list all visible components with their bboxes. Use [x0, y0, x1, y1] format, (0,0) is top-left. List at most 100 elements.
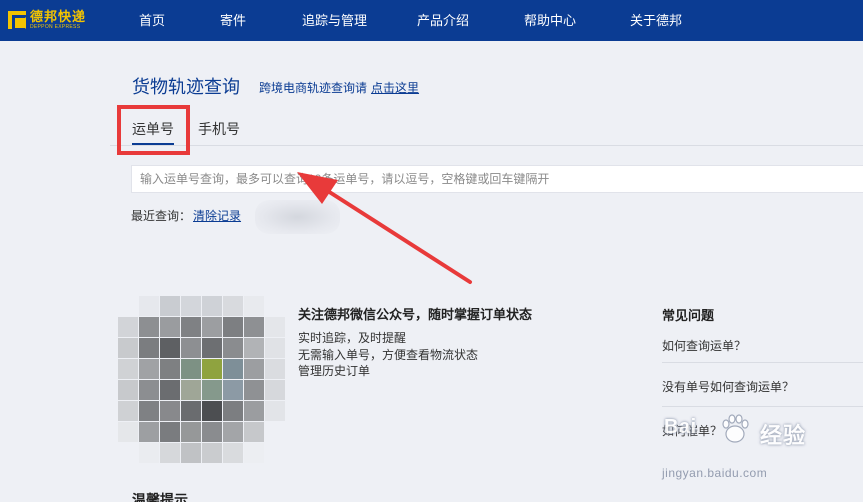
- annotation-highlight-box: [117, 105, 190, 155]
- qr-cell: [223, 296, 243, 316]
- qr-cell: [265, 380, 285, 400]
- watermark-url: jingyan.baidu.com: [662, 466, 768, 480]
- qr-cell: [223, 422, 243, 442]
- qr-cell: [244, 401, 264, 421]
- nav-item-about[interactable]: 关于德邦: [630, 0, 682, 41]
- qr-cell: [118, 443, 138, 463]
- wechat-benefit-1: 实时追踪，及时提醒: [298, 331, 407, 345]
- qr-cell: [202, 359, 222, 379]
- qr-cell: [265, 317, 285, 337]
- qr-cell: [160, 380, 180, 400]
- wechat-promo-title: 关注德邦微信公众号，随时掌握订单状态: [298, 307, 533, 322]
- qr-cell: [139, 338, 159, 358]
- qr-cell: [223, 338, 243, 358]
- blurred-recent-item: [255, 200, 340, 234]
- top-nav-bar: 德邦快递 DEPPON EXPRESS 首页 寄件 追踪与管理 产品介绍 帮助中…: [0, 0, 863, 41]
- waybill-search-input[interactable]: [131, 165, 863, 193]
- qr-cell: [265, 443, 285, 463]
- cross-border-prefix: 跨境电商轨迹查询请: [259, 81, 368, 95]
- nav-item-send[interactable]: 寄件: [220, 0, 246, 41]
- logo-cn-text: 德邦快递: [30, 9, 87, 24]
- tabs-divider: [110, 145, 863, 146]
- qr-cell: [139, 317, 159, 337]
- qr-cell: [139, 443, 159, 463]
- qr-cell: [202, 401, 222, 421]
- faq-divider: [662, 406, 863, 407]
- baidu-paw-icon: [722, 414, 749, 443]
- cross-border-link[interactable]: 点击这里: [371, 81, 419, 95]
- qr-cell: [118, 317, 138, 337]
- nav-item-home[interactable]: 首页: [139, 0, 165, 41]
- qr-cell: [265, 359, 285, 379]
- qr-cell: [244, 422, 264, 442]
- qr-cell: [223, 317, 243, 337]
- qr-cell: [181, 443, 201, 463]
- qr-cell: [202, 422, 222, 442]
- qr-cell: [118, 296, 138, 316]
- baidu-jingyan-watermark: Bai 经验 jingyan.baidu.com: [662, 412, 862, 500]
- qr-cell: [181, 338, 201, 358]
- nav-item-tracking[interactable]: 追踪与管理: [302, 0, 367, 41]
- page-title: 货物轨迹查询: [132, 77, 240, 97]
- watermark-brand-cn: 经验: [760, 423, 807, 448]
- qr-cell: [244, 338, 264, 358]
- qr-cell: [202, 443, 222, 463]
- qr-cell: [244, 359, 264, 379]
- qr-cell: [181, 422, 201, 442]
- qr-cell: [160, 296, 180, 316]
- qr-cell: [265, 296, 285, 316]
- qr-cell: [139, 401, 159, 421]
- nav-item-help[interactable]: 帮助中心: [524, 0, 576, 41]
- qr-cell: [160, 338, 180, 358]
- qr-cell: [223, 443, 243, 463]
- qr-cell: [181, 296, 201, 316]
- wechat-benefit-3: 管理历史订单: [298, 364, 371, 378]
- qr-cell: [181, 317, 201, 337]
- qr-cell: [181, 401, 201, 421]
- nav-item-products[interactable]: 产品介绍: [417, 0, 469, 41]
- qr-cell: [118, 359, 138, 379]
- qr-cell: [223, 401, 243, 421]
- qr-cell: [223, 380, 243, 400]
- qr-cell: [160, 359, 180, 379]
- cross-border-hint: 跨境电商轨迹查询请 点击这里: [259, 79, 419, 96]
- qr-cell: [265, 401, 285, 421]
- faq-divider: [662, 362, 863, 363]
- qr-cell: [139, 380, 159, 400]
- qr-cell: [118, 380, 138, 400]
- qr-cell: [202, 380, 222, 400]
- qr-cell: [181, 359, 201, 379]
- qr-cell: [202, 296, 222, 316]
- deppon-logo[interactable]: 德邦快递 DEPPON EXPRESS: [8, 9, 86, 31]
- tab-phone[interactable]: 手机号: [198, 119, 240, 139]
- recent-queries: 最近查询： 清除记录: [131, 207, 241, 224]
- qr-cell: [160, 443, 180, 463]
- faq-item-track[interactable]: 如何查询运单？: [662, 337, 746, 354]
- qr-cell: [244, 380, 264, 400]
- tips-title: 温馨提示: [132, 492, 188, 502]
- qr-cell: [160, 422, 180, 442]
- qr-cell: [202, 317, 222, 337]
- qr-cell: [160, 401, 180, 421]
- qr-cell: [181, 380, 201, 400]
- qr-cell: [265, 422, 285, 442]
- qr-cell: [139, 359, 159, 379]
- faq-item-no-number[interactable]: 没有单号如何查询运单？: [662, 378, 794, 395]
- qr-cell: [244, 443, 264, 463]
- qr-code-icon: [118, 296, 286, 466]
- qr-cell: [118, 338, 138, 358]
- qr-cell: [265, 338, 285, 358]
- faq-title: 常见问题: [662, 308, 715, 323]
- qr-cell: [118, 401, 138, 421]
- qr-cell: [139, 422, 159, 442]
- recent-label: 最近查询：: [131, 209, 192, 223]
- deppon-logo-icon: [8, 11, 28, 31]
- qr-cell: [244, 296, 264, 316]
- clear-history-link[interactable]: 清除记录: [193, 209, 241, 223]
- qr-cell: [244, 317, 264, 337]
- qr-cell: [118, 422, 138, 442]
- watermark-brand: Bai: [664, 416, 697, 438]
- qr-cell: [223, 359, 243, 379]
- qr-cell: [160, 317, 180, 337]
- wechat-benefit-2: 无需输入单号，方便查看物流状态: [298, 348, 479, 362]
